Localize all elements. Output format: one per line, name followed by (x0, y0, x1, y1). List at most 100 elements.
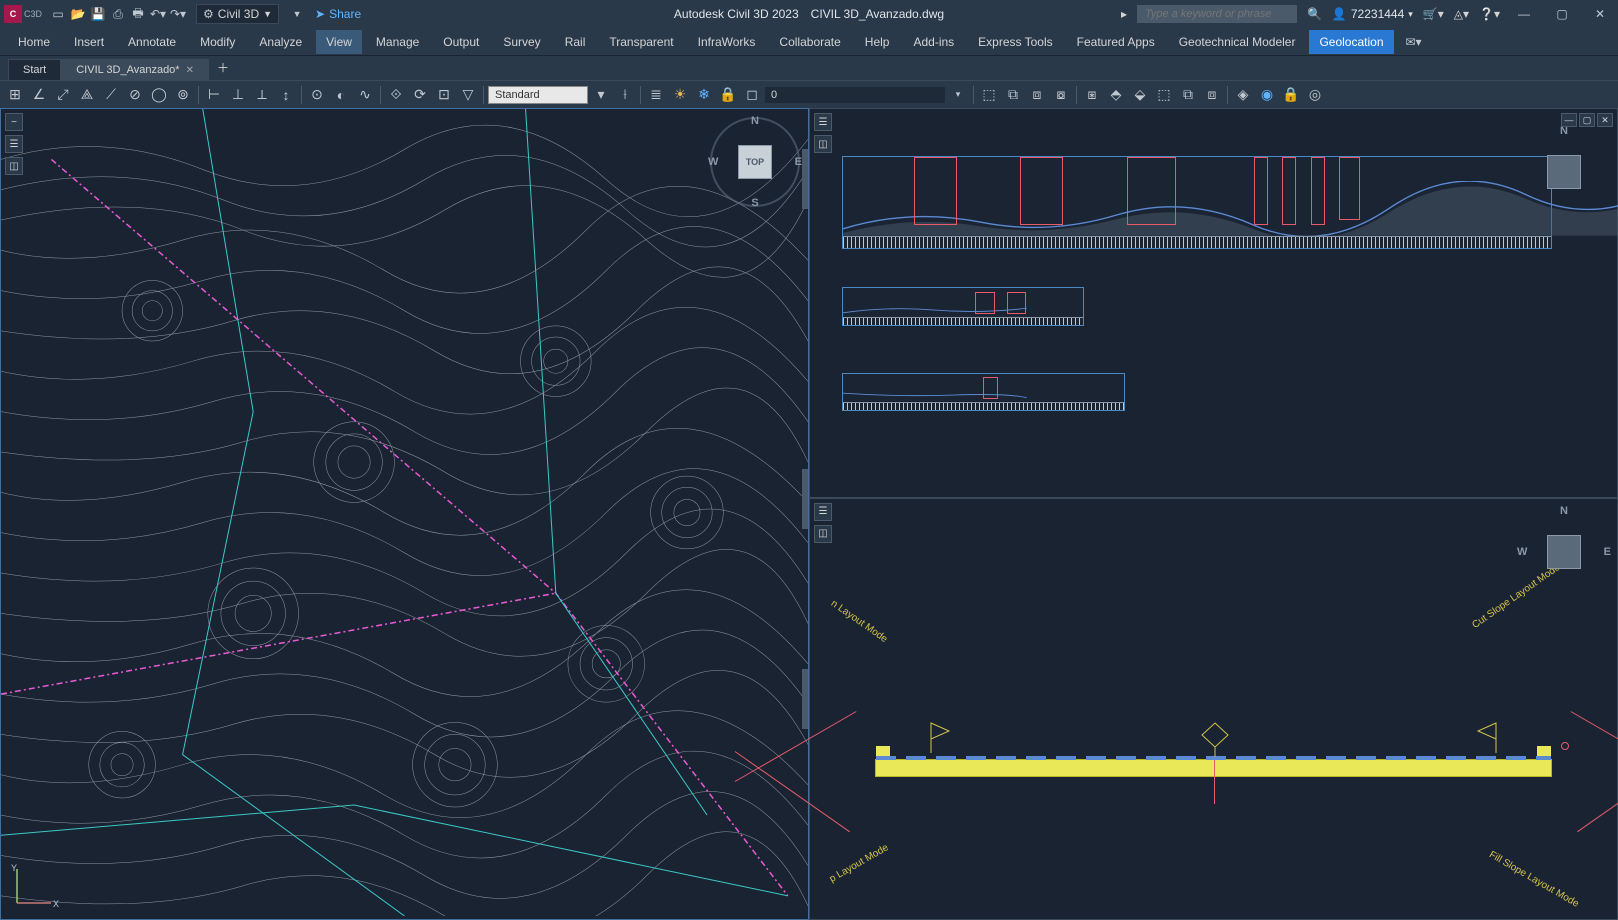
station-offset-icon[interactable]: ⟂ (251, 84, 273, 106)
minimize-button[interactable]: — (1510, 4, 1538, 24)
ex2-icon[interactable]: ◉ (1256, 84, 1278, 106)
ribbon-tab-geolocation[interactable]: Geolocation (1309, 30, 1393, 54)
profile-sta-icon[interactable]: ↕ (275, 84, 297, 106)
ribbon-tab-manage[interactable]: Manage (366, 30, 429, 54)
view-cube[interactable]: N E W (1519, 507, 1609, 597)
ribbon-tab-add-ins[interactable]: Add-ins (903, 30, 964, 54)
cart-icon[interactable]: 🛒▾ (1423, 7, 1444, 21)
undo-icon[interactable]: ↶▾ (148, 4, 168, 24)
scrollbar-v[interactable] (802, 149, 808, 209)
station-icon[interactable]: ⊢ (203, 84, 225, 106)
scrollbar-v2[interactable] (802, 469, 808, 529)
view-cube[interactable]: N (1519, 127, 1609, 217)
transparent-cmd-icon[interactable]: ⊞ (4, 84, 26, 106)
share-button[interactable]: ➤ Share (315, 7, 361, 21)
viewport-plan[interactable]: − ☰ ◫ N S E W TOP WCS (0, 108, 809, 920)
user-menu[interactable]: 👤 72231444 ▾ (1332, 7, 1413, 21)
lock-icon[interactable]: 🔒 (717, 84, 739, 106)
tab-active-file[interactable]: CIVIL 3D_Avanzado* ✕ (61, 59, 209, 80)
workspace-selector[interactable]: ⚙ Civil 3D ▼ (196, 4, 279, 24)
ex3-icon[interactable]: 🔒 (1280, 84, 1302, 106)
refresh-icon[interactable]: ⟳ (409, 84, 431, 106)
layer-lock-icon[interactable]: ⧇ (1050, 84, 1072, 106)
info-caret-icon[interactable]: ▸ (1121, 7, 1127, 21)
ribbon-tab-transparent[interactable]: Transparent (599, 30, 683, 54)
mail-icon[interactable]: ✉▾ (1406, 35, 1422, 49)
viewport-profile[interactable]: — ▢ ✕ ☰ ◫ N (809, 108, 1618, 498)
search-icon[interactable]: 🔍 (1307, 7, 1322, 21)
sm-icon[interactable]: ⟐ (385, 84, 407, 106)
saveas-icon[interactable]: ⎙ (108, 4, 128, 24)
match-icon[interactable]: ◐ (330, 84, 352, 106)
close-icon[interactable]: ✕ (186, 65, 194, 76)
help-icon[interactable]: ❔▾ (1479, 7, 1500, 21)
tab-start[interactable]: Start (8, 59, 61, 80)
vp-menu-icon[interactable]: ☰ (814, 503, 832, 521)
viewport-section[interactable]: ☰ ◫ N E W (809, 498, 1618, 920)
dim-icon[interactable]: ⟊ (614, 84, 636, 106)
snap-icon[interactable]: ⊡ (433, 84, 455, 106)
scrollbar-v3[interactable] (802, 669, 808, 729)
ribbon-tab-modify[interactable]: Modify (190, 30, 245, 54)
maximize-button[interactable]: ▢ (1548, 4, 1576, 24)
style-dropdown[interactable]: Standard (488, 86, 588, 104)
color-icon[interactable]: ◻ (741, 84, 763, 106)
vp-max-icon[interactable]: ▢ (1579, 113, 1595, 127)
ribbon-tab-output[interactable]: Output (433, 30, 489, 54)
ribbon-tab-rail[interactable]: Rail (555, 30, 596, 54)
zoom-pt-icon[interactable]: ⊙ (306, 84, 328, 106)
view-cube[interactable]: N S E W TOP (710, 117, 800, 207)
new-tab-button[interactable]: ＋ (209, 55, 237, 80)
ex4-icon[interactable]: ◎ (1304, 84, 1326, 106)
ribbon-tab-insert[interactable]: Insert (64, 30, 114, 54)
vp-menu-icon[interactable]: ☰ (5, 135, 23, 153)
search-input[interactable] (1137, 5, 1297, 23)
close-button[interactable]: ✕ (1586, 4, 1614, 24)
sun-icon[interactable]: ☀ (669, 84, 691, 106)
save-icon[interactable]: 💾 (88, 4, 108, 24)
ribbon-tab-analyze[interactable]: Analyze (249, 30, 312, 54)
latlong-icon[interactable]: ◯ (148, 84, 170, 106)
new-icon[interactable]: ▭ (48, 4, 68, 24)
grid-north-icon[interactable]: ⊘ (124, 84, 146, 106)
layer-merge-icon[interactable]: ⧈ (1201, 84, 1223, 106)
bearing-icon[interactable]: ⤢ (52, 84, 74, 106)
ribbon-tab-help[interactable]: Help (855, 30, 900, 54)
ex1-icon[interactable]: ◈ (1232, 84, 1254, 106)
ribbon-tab-home[interactable]: Home (8, 30, 60, 54)
ribbon-tab-collaborate[interactable]: Collaborate (769, 30, 850, 54)
layer-props-icon[interactable]: ≣ (645, 84, 667, 106)
deflection-icon[interactable]: ⟁ (76, 84, 98, 106)
vp-nav-icon[interactable]: ◫ (814, 525, 832, 543)
ribbon-tab-express-tools[interactable]: Express Tools (968, 30, 1062, 54)
ribbon-tab-geotechnical-modeler[interactable]: Geotechnical Modeler (1169, 30, 1306, 54)
ribbon-tab-view[interactable]: View (316, 30, 362, 54)
layer-off-icon[interactable]: ⧉ (1002, 84, 1024, 106)
layer-dropdown[interactable]: 0 (765, 87, 945, 103)
view-cube-face[interactable]: TOP (738, 145, 772, 179)
layer-drop-caret[interactable]: ▾ (947, 84, 969, 106)
copy-layer-icon[interactable]: ⧉ (1177, 84, 1199, 106)
side-shot-icon[interactable]: ⊥ (227, 84, 249, 106)
filter-icon[interactable]: ▽ (457, 84, 479, 106)
match-layer-icon[interactable]: ⧆ (1081, 84, 1103, 106)
ribbon-tab-featured-apps[interactable]: Featured Apps (1067, 30, 1165, 54)
layer-walk-icon[interactable]: ⬙ (1129, 84, 1151, 106)
vp-nav-icon[interactable]: ◫ (814, 135, 832, 153)
layer-iso-icon[interactable]: ⬚ (978, 84, 1000, 106)
change-layer-icon[interactable]: ⬚ (1153, 84, 1175, 106)
freeze-icon[interactable]: ❄ (693, 84, 715, 106)
ribbon-tab-annotate[interactable]: Annotate (118, 30, 186, 54)
ribbon-tab-infraworks[interactable]: InfraWorks (688, 30, 766, 54)
redo-icon[interactable]: ↷▾ (168, 4, 188, 24)
app-switcher-icon[interactable]: ◬▾ (1454, 7, 1469, 21)
vp-close-icon[interactable]: ✕ (1597, 113, 1613, 127)
ribbon-tab-survey[interactable]: Survey (493, 30, 550, 54)
layer-frz-icon[interactable]: ⧈ (1026, 84, 1048, 106)
point-num-icon[interactable]: ⊚ (172, 84, 194, 106)
angle-icon[interactable]: ∠ (28, 84, 50, 106)
vp-menu-icon[interactable]: ☰ (814, 113, 832, 131)
qat-drop-icon[interactable]: ▼ (287, 4, 307, 24)
vp-nav-icon[interactable]: ◫ (5, 157, 23, 175)
curve-calc-icon[interactable]: ∿ (354, 84, 376, 106)
